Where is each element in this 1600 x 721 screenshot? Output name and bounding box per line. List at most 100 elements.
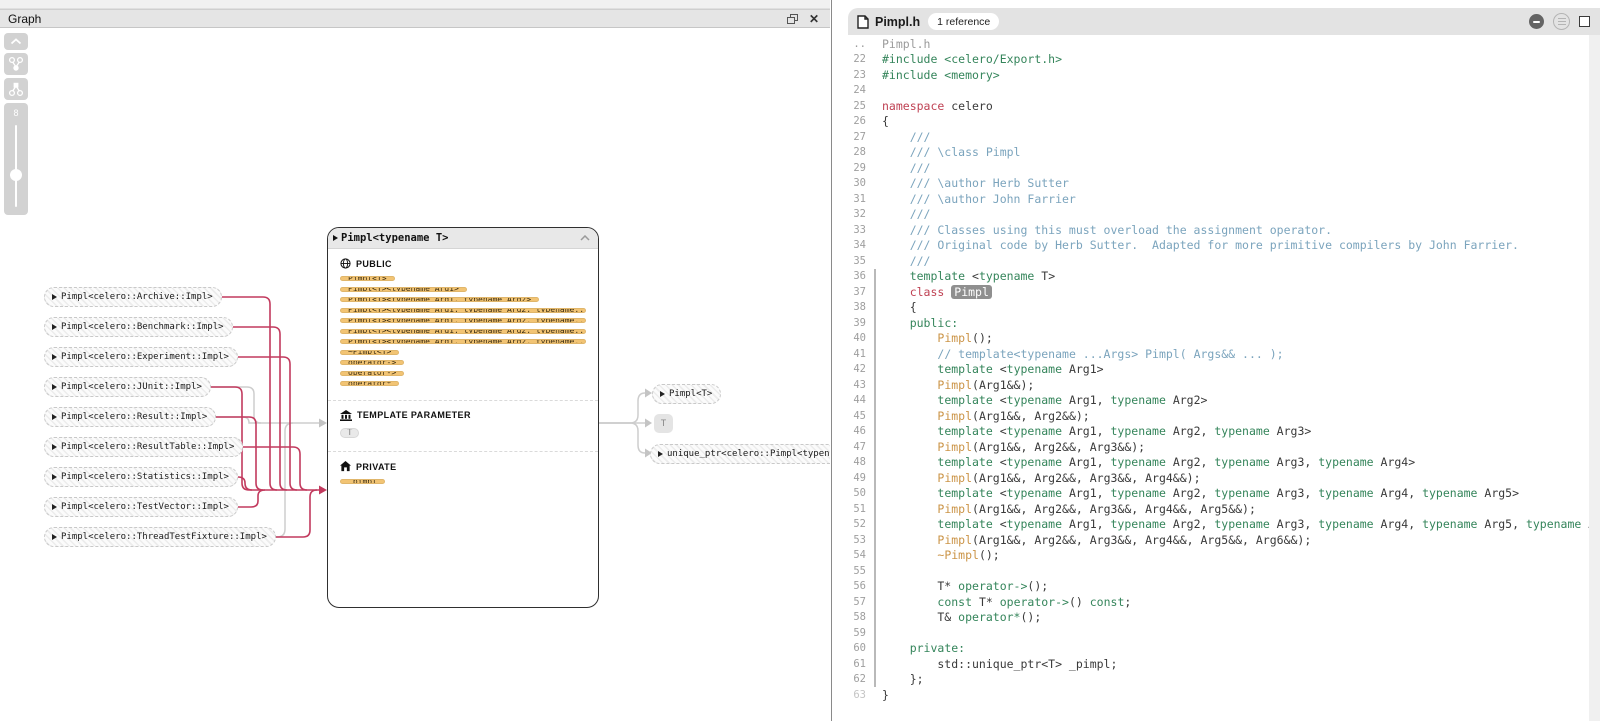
code-line-text[interactable]: template <typename Arg1, typename Arg2>: [882, 393, 1207, 407]
collapse-toolbar-button[interactable]: [4, 33, 28, 50]
graph-node-instantiation[interactable]: Pimpl<celero::ThreadTestFixture::Impl>: [44, 527, 276, 547]
code-line-text[interactable]: template <typename Arg1>: [882, 362, 1104, 376]
member-pill[interactable]: operator->: [340, 360, 404, 365]
active-scope-marker: [874, 548, 882, 564]
code-line-text[interactable]: /// Classes using this must overload the…: [882, 223, 1332, 237]
code-line-text[interactable]: Pimpl(Arg1&&, Arg2&&, Arg3&&);: [882, 440, 1145, 454]
code-line-text[interactable]: }: [882, 688, 889, 702]
member-pill[interactable]: operator*: [340, 381, 399, 386]
code-line: 34 /// Original code by Herb Sutter. Ada…: [840, 238, 1589, 254]
maximize-code-view-button[interactable]: [1579, 16, 1590, 27]
graph-node-type[interactable]: T: [654, 414, 673, 433]
code-line-text[interactable]: Pimpl(Arg1&&, Arg2&&);: [882, 409, 1090, 423]
section-private: PRIVATE _pimpl: [328, 451, 598, 498]
code-line-text[interactable]: ///: [882, 254, 930, 268]
member-pill[interactable]: Pimpl<T><typename Arg1, typename Arg2>: [340, 297, 539, 302]
custom-trail-button[interactable]: [4, 53, 28, 75]
active-scope-marker: [874, 393, 882, 409]
code-line: 52 template <typename Arg1, typename Arg…: [840, 517, 1589, 533]
code-line-text[interactable]: template <typename T>: [882, 269, 1055, 283]
member-pill[interactable]: Pimpl<T><typename Arg1, typename Arg2, t…: [340, 308, 586, 313]
code-scrollbar[interactable]: [1589, 27, 1600, 721]
code-line-text[interactable]: T& operator*();: [882, 610, 1041, 624]
slider-thumb[interactable]: [10, 169, 22, 181]
code-line-text[interactable]: /// \class Pimpl: [882, 145, 1020, 159]
close-panel-icon[interactable]: ✕: [806, 12, 822, 26]
code-line-text[interactable]: const T* operator->() const;: [882, 595, 1131, 609]
code-line-text[interactable]: private:: [882, 641, 965, 655]
graph-node-instantiation[interactable]: Pimpl<celero::Benchmark::Impl>: [44, 317, 233, 337]
member-pill[interactable]: Pimpl<T><typename Arg1, typename Arg2, t…: [340, 318, 586, 323]
code-line-text[interactable]: Pimpl(Arg1&&, Arg2&&, Arg3&&, Arg4&&);: [882, 471, 1201, 485]
code-line-text[interactable]: class Pimpl: [882, 285, 992, 299]
graph-node-instantiation[interactable]: Pimpl<celero::Result::Impl>: [44, 407, 216, 427]
code-line-text[interactable]: namespace celero: [882, 99, 993, 113]
code-line-text[interactable]: /// \author Herb Sutter: [882, 176, 1069, 190]
member-pill[interactable]: operator->: [340, 371, 404, 376]
code-line-text[interactable]: {: [882, 300, 917, 314]
snippet-view-button[interactable]: [1553, 13, 1570, 30]
snippet-expand-dots[interactable]: ..: [840, 38, 874, 50]
member-pill[interactable]: Pimpl<T><typename Arg1, typename Arg2, t…: [340, 339, 586, 344]
member-pill[interactable]: Pimpl<T>: [340, 276, 395, 281]
graph-node-instantiation[interactable]: Pimpl<celero::Experiment::Impl>: [44, 347, 238, 367]
snippet-header-row[interactable]: .. Pimpl.h: [840, 36, 1589, 52]
line-number: 56: [840, 580, 874, 592]
slider-track: [15, 125, 17, 207]
minimize-code-view-button[interactable]: [1529, 14, 1544, 29]
code-line-text[interactable]: /// Original code by Herb Sutter. Adapte…: [882, 238, 1519, 252]
line-number: 58: [840, 611, 874, 623]
file-tab-title[interactable]: Pimpl.h: [875, 15, 920, 29]
code-line-text[interactable]: Pimpl();: [882, 331, 993, 345]
graph-node-instantiation[interactable]: Pimpl<celero::Statistics::Impl>: [44, 467, 238, 487]
code-line-text[interactable]: // template<typename ...Args> Pimpl( Arg…: [882, 347, 1284, 361]
graph-node-instantiation[interactable]: Pimpl<celero::TestVector::Impl>: [44, 497, 238, 517]
graph-node-instantiation[interactable]: Pimpl<celero::ResultTable::Impl>: [44, 437, 243, 457]
code-line-text[interactable]: ///: [882, 130, 930, 144]
member-pill[interactable]: ~Pimpl<T>: [340, 350, 399, 355]
code-line-text[interactable]: ~Pimpl();: [882, 548, 1000, 562]
code-line-text[interactable]: };: [882, 672, 924, 686]
code-line-text[interactable]: ///: [882, 207, 930, 221]
node-arrow-icon: [52, 414, 57, 420]
snippet-file-title[interactable]: Pimpl.h: [882, 37, 930, 51]
member-pill[interactable]: Pimpl<T><typename Arg1, typename Arg2, t…: [340, 329, 586, 334]
code-line-text[interactable]: template <typename Arg1, typename Arg2, …: [882, 517, 1589, 531]
member-pill[interactable]: _pimpl: [340, 479, 385, 484]
code-line-text[interactable]: Pimpl(Arg1&&);: [882, 378, 1034, 392]
float-window-icon[interactable]: [784, 12, 800, 26]
scope-marker-slot: [874, 160, 882, 176]
code-line: 59: [840, 625, 1589, 641]
code-line: 28 /// \class Pimpl: [840, 145, 1589, 161]
code-panel: Pimpl.h 1 reference .. Pimpl.h 22#includ…: [832, 0, 1600, 721]
code-line-text[interactable]: template <typename Arg1, typename Arg2, …: [882, 455, 1415, 469]
code-line-text[interactable]: template <typename Arg1, typename Arg2, …: [882, 424, 1311, 438]
code-line-text[interactable]: Pimpl(Arg1&&, Arg2&&, Arg3&&, Arg4&&, Ar…: [882, 502, 1256, 516]
code-line: 35 ///: [840, 253, 1589, 269]
graph-node-instantiation[interactable]: Pimpl<celero::Archive::Impl>: [44, 287, 222, 307]
code-line-text[interactable]: public:: [882, 316, 958, 330]
code-line-text[interactable]: #include <memory>: [882, 68, 1000, 82]
graph-depth-slider[interactable]: 8: [4, 103, 28, 215]
code-line-text[interactable]: template <typename Arg1, typename Arg2, …: [882, 486, 1519, 500]
line-number: 31: [840, 193, 874, 205]
code-line-text[interactable]: /// \author John Farrier: [882, 192, 1076, 206]
code-line: 32 ///: [840, 207, 1589, 223]
member-pill[interactable]: T: [340, 428, 359, 438]
code-line-text[interactable]: std::unique_ptr<T> _pimpl;: [882, 657, 1117, 671]
member-pill[interactable]: Pimpl<T><typename Arg1>: [340, 287, 467, 292]
code-line-text[interactable]: #include <celero/Export.h>: [882, 52, 1062, 66]
hierarchy-depth-button[interactable]: [4, 78, 28, 100]
graph-node-reference[interactable]: unique_ptr<celero::Pimpl<typena: [650, 444, 830, 464]
center-node-header[interactable]: Pimpl<typename T>: [328, 228, 598, 249]
center-class-node[interactable]: Pimpl<typename T> PUBLIC Pimpl<T>Pimpl<T…: [327, 227, 599, 608]
code-line-text[interactable]: Pimpl(Arg1&&, Arg2&&, Arg3&&, Arg4&&, Ar…: [882, 533, 1311, 547]
line-number: 38: [840, 301, 874, 313]
collapse-chevron-icon[interactable]: [580, 235, 590, 241]
graph-node-reference[interactable]: Pimpl<T>: [652, 384, 721, 404]
code-line-text[interactable]: {: [882, 114, 889, 128]
graph-node-instantiation[interactable]: Pimpl<celero::JUnit::Impl>: [44, 377, 211, 397]
code-line-text[interactable]: ///: [882, 161, 930, 175]
code-line-text[interactable]: T* operator->();: [882, 579, 1048, 593]
reference-count-badge[interactable]: 1 reference: [928, 13, 999, 30]
